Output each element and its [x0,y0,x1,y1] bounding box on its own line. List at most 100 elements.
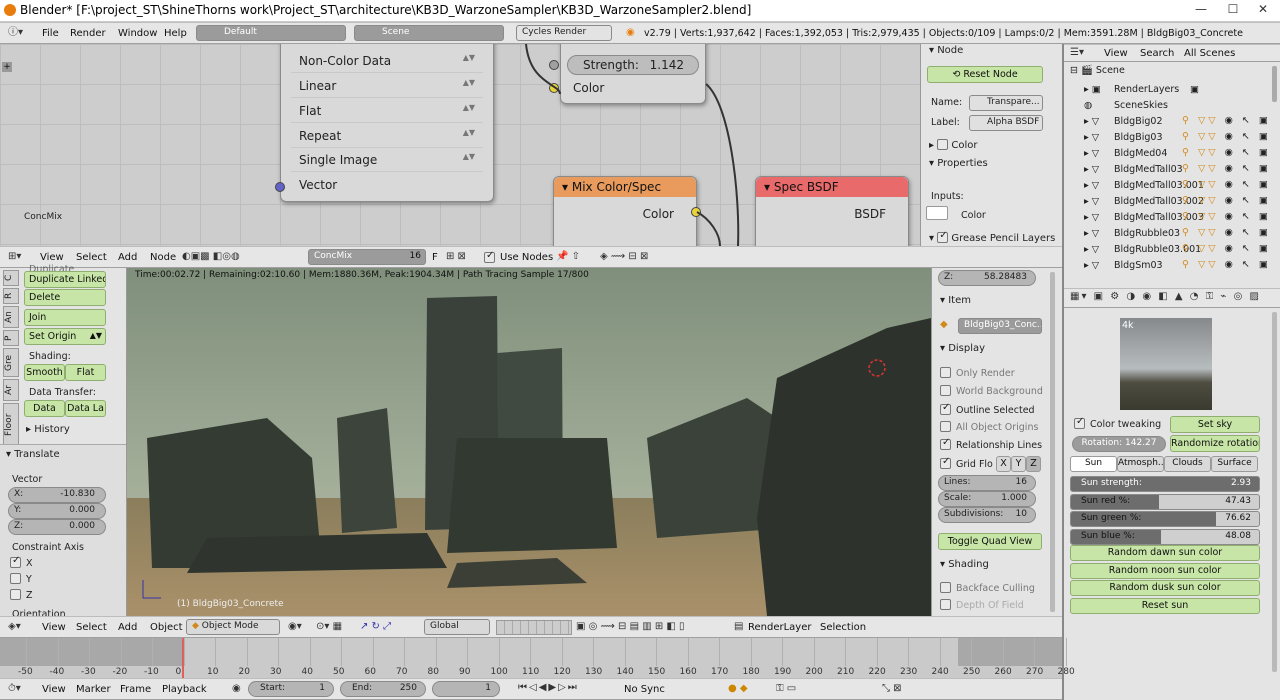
pin-icon[interactable]: 📌 ⇧ [556,252,580,262]
item-panel-header[interactable]: ▾ Item [940,295,971,306]
display-panel-header[interactable]: ▾ Display [940,343,985,354]
node-menu-add[interactable]: Add [118,252,137,263]
outliner-expand-icon[interactable]: ▸ ▽ [1084,212,1099,223]
transform-orientation-select[interactable]: Global [424,619,490,635]
new-material-icon[interactable]: ⊞ ⊠ [446,252,466,262]
menu-render[interactable]: Render [70,28,106,39]
outliner-restrict-icons[interactable]: ⚲ ▽▽ ◉ ↖ ▣ [1182,115,1271,126]
3d-editor-type-icon[interactable]: ◈▾ [8,622,21,632]
outliner-expand-icon[interactable]: ▸ ▽ [1084,260,1099,271]
snap-icons[interactable]: ◈ ⟿ ⊟ ⊠ [600,252,648,262]
keyframe-icons[interactable]: ● ◆ [728,684,748,694]
outliner-item[interactable]: ▸ ▽ BldgMedTall03.001 ⚲ ▽▽ ◉ ↖ ▣ [1064,178,1270,194]
outliner-restrict-icons[interactable]: ⚲ ▽▽ ◉ ↖ ▣ [1182,195,1271,206]
sky-tab[interactable]: Atmosph... [1117,456,1164,472]
screen-layout-field[interactable]: Default [196,25,346,41]
relationship-lines-checkbox[interactable] [940,437,951,450]
outliner-restrict-icons[interactable]: ⚲ ▽▽ ◉ ↖ ▣ [1182,211,1271,222]
outliner-item[interactable]: ◍ SceneSkies [1064,98,1270,114]
3d-menu-view[interactable]: View [42,622,66,633]
outliner-item[interactable]: ▸ ▽ BldgMedTall03 ⚲ ▽▽ ◉ ↖ ▣ [1064,162,1270,178]
flat-button[interactable]: Flat [65,364,106,381]
current-frame-field[interactable]: 1 [432,681,500,697]
color-panel[interactable]: ▸ Color [929,139,978,151]
tool-tab[interactable]: C [3,270,19,286]
outliner-scene-row[interactable]: ⊟ 🎬 Scene [1070,65,1125,76]
fake-user-toggle[interactable]: F [432,252,438,263]
data-button[interactable]: Data [24,400,65,417]
grid-scale-field[interactable]: Scale: 1.000 [938,491,1036,507]
data-layout-button[interactable]: Data La [65,400,106,417]
set-origin-button[interactable]: Set Origin ▲▼ [24,328,106,345]
translate-z-field[interactable]: Z: 0.000 [8,519,106,535]
outliner-expand-icon[interactable]: ▸ ▽ [1084,228,1099,239]
tool-tab[interactable]: An [3,306,19,328]
properties-tab-icons[interactable]: ▦▾ ▣ ⚙ ◑ ◉ ◧ ▲ ◔ ⚿ ⌁ ◎ ▨ [1070,292,1261,302]
outliner-type-icon[interactable]: ☰▾ [1070,48,1084,58]
grid-axis-y[interactable]: Y [1011,456,1026,472]
color-tweaking-checkbox[interactable] [1074,416,1085,429]
node-menu-view[interactable]: View [40,252,64,263]
timeline-menu-marker[interactable]: Marker [76,684,111,695]
insert-keyframe-icons[interactable]: ⤡ ⊠ [882,684,902,694]
node-label-field[interactable]: Alpha BSDF [969,115,1043,131]
3d-menu-select[interactable]: Select [76,622,107,633]
timeline[interactable]: -50 -40 -30 -20 -10 0 10 20 30 40 50 60 70 80 90 100 110… [0,638,1075,678]
node-menu-select[interactable]: Select [76,252,107,263]
properties-scrollbar[interactable] [1272,312,1277,672]
3d-menu-object[interactable]: Object [150,622,183,633]
outliner-expand-icon[interactable]: ▸ ▽ [1084,164,1099,175]
history-panel[interactable]: ▸ History [26,424,70,435]
sky-slider[interactable]: Sun blue %: 48.08 [1070,528,1260,545]
outliner-view[interactable]: View [1104,48,1128,59]
sky-tab[interactable]: Clouds [1164,456,1211,472]
tool-tab[interactable]: P [3,330,19,346]
sky-tab[interactable]: Surface [1211,456,1258,472]
node-panel-header[interactable]: ▾ Node [929,45,963,56]
maximize-button[interactable]: ☐ [1218,2,1248,20]
grid-axis-z[interactable]: Z [1026,456,1041,472]
depth-of-field-checkbox[interactable] [940,599,951,610]
outliner-restrict-icons[interactable]: ⚲ ▽▽ ◉ ↖ ▣ [1182,227,1271,238]
sky-action-button[interactable]: Random dawn sun color [1070,545,1260,561]
outliner-item[interactable]: ▸ ▣ RenderLayers ▣ [1064,82,1270,98]
object-mode-select[interactable]: ◆ Object Mode [186,619,280,635]
sky-action-button[interactable]: Reset sun [1070,597,1260,614]
outliner-expand-icon[interactable]: ▸ ▽ [1084,180,1099,191]
outliner-expand-icon[interactable]: ▸ ▽ [1084,244,1099,255]
join-button[interactable]: Join [24,309,106,326]
smooth-button[interactable]: Smooth [24,364,65,381]
outliner-expand-icon[interactable]: ◍ [1084,100,1092,111]
outliner-expand-icon[interactable]: ▸ ▽ [1084,132,1099,143]
set-sky-button[interactable]: Set sky [1170,416,1260,433]
sky-slider[interactable]: Sun red %: 47.43 [1070,493,1260,510]
end-frame-field[interactable]: End: 250 [340,681,426,697]
sky-action-button[interactable]: Random dusk sun color [1070,580,1260,596]
sky-slider[interactable]: Sun green %: 76.62 [1070,511,1260,527]
info-editor-icon[interactable]: ⓘ▾ [8,28,23,38]
grid-axis-x[interactable]: X [996,456,1011,472]
shading-mode-icon[interactable]: ◉▾ [288,622,302,632]
outliner-expand-icon[interactable]: ▸ ▽ [1084,116,1099,127]
grid-lines-field[interactable]: Lines: 16 [938,475,1036,491]
menu-file[interactable]: File [42,28,59,39]
node-editor[interactable]: Non-Color Data ▲▼ Linear ▲▼ Flat ▲▼ Repeat ▲… [0,44,920,246]
backface-culling-checkbox[interactable] [940,582,951,593]
delete-button[interactable]: Delete [24,289,106,306]
world-background-checkbox[interactable] [940,385,951,396]
outliner-expand-icon[interactable]: ▸ ▣ [1084,84,1101,95]
use-nodes-checkbox[interactable] [484,250,495,263]
constraint-y-checkbox[interactable] [10,573,21,584]
outliner-restrict-icons[interactable]: ▣ [1190,84,1199,95]
constraint-x-checkbox[interactable] [10,555,21,568]
properties-panel[interactable]: ▾ Properties [929,158,988,169]
outliner-restrict-icons[interactable]: ⚲ ▽▽ ◉ ↖ ▣ [1182,243,1271,254]
material-name-field[interactable]: ConcMix 16 [308,249,426,265]
reset-node-button[interactable]: ⟲ Reset Node [927,66,1043,83]
outliner-search[interactable]: Search [1140,48,1174,59]
outliner-scrollbar[interactable] [1272,66,1277,102]
outliner-item[interactable]: ▸ ▽ BldgBig02 ⚲ ▽▽ ◉ ↖ ▣ [1064,114,1270,130]
outliner-expand-icon[interactable]: ▸ ▽ [1084,196,1099,207]
node-editor-type-icon[interactable]: ⊞▾ [8,252,21,262]
tool-tab[interactable]: Ar [3,379,19,401]
